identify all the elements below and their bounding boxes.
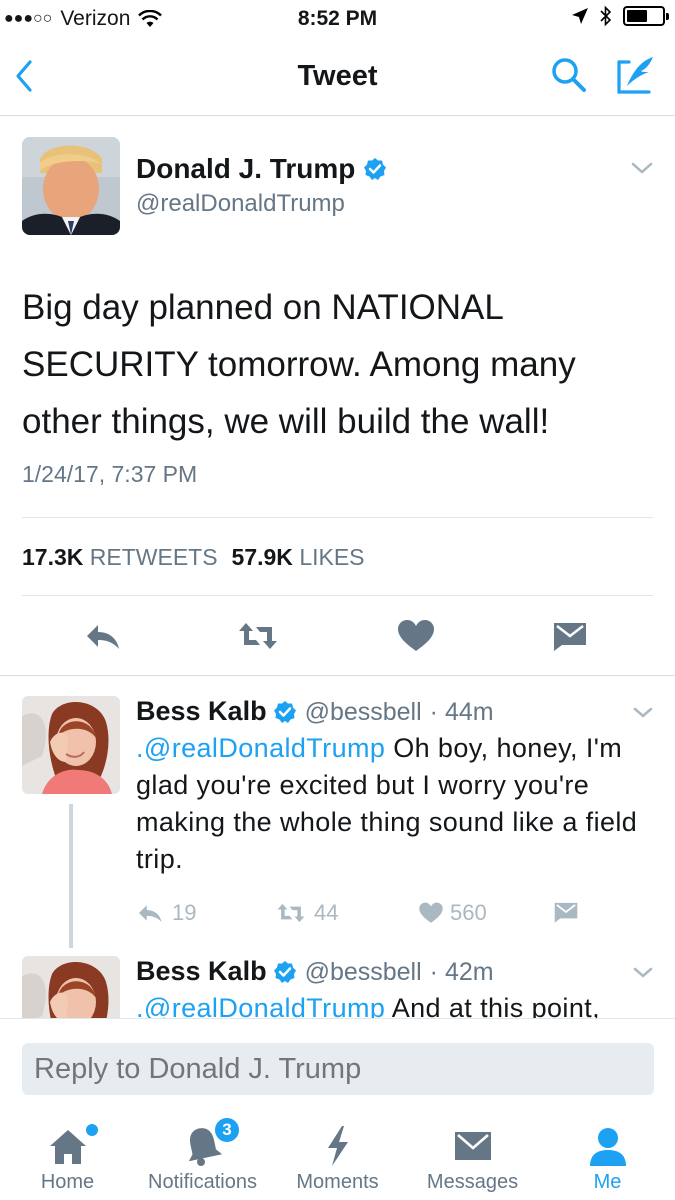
retweets-stat[interactable]: 17.3K RETWEETS xyxy=(22,544,218,571)
reply-time: · 44m xyxy=(429,698,494,726)
reply-tweet[interactable]: Bess Kalb @bessbell · 42m .@realDonaldTr… xyxy=(0,936,675,1018)
tab-label: Messages xyxy=(426,1171,519,1193)
tab-messages[interactable]: Messages xyxy=(405,1106,540,1200)
heart-icon[interactable] xyxy=(396,619,436,653)
likes-stat[interactable]: 57.9K LIKES xyxy=(232,544,365,571)
reply-author-handle[interactable]: @bessbell xyxy=(305,698,422,727)
reply-author-name[interactable]: Bess Kalb xyxy=(136,956,297,987)
avatar-image xyxy=(22,137,120,235)
author-name-text: Donald J. Trump xyxy=(136,153,356,184)
location-arrow-icon xyxy=(572,8,588,24)
avatar-image xyxy=(22,956,120,1018)
avatar[interactable] xyxy=(22,696,120,794)
reply-icon[interactable] xyxy=(84,619,124,653)
reply-time: · 42m xyxy=(429,958,494,986)
reply-author-name-text: Bess Kalb xyxy=(136,696,267,726)
tab-label: Home xyxy=(40,1171,95,1193)
chevron-down-icon[interactable] xyxy=(631,161,653,175)
reply-action[interactable]: 19 xyxy=(136,900,196,926)
new-content-dot xyxy=(86,1124,98,1136)
verified-badge-icon xyxy=(273,960,296,983)
tab-home[interactable]: Home xyxy=(0,1106,135,1200)
dm-action[interactable] xyxy=(552,900,580,924)
avatar[interactable] xyxy=(22,956,120,1018)
tab-bar: Home 3 Notifications Moments Messages Me xyxy=(0,1106,675,1200)
retweet-icon xyxy=(277,903,305,923)
chevron-down-icon[interactable] xyxy=(633,966,653,979)
retweet-count: 44 xyxy=(314,900,339,925)
reply-icon xyxy=(139,905,162,923)
retweets-label: RETWEETS xyxy=(89,544,218,570)
tweet-actions xyxy=(0,595,675,675)
tweet-stats: 17.3K RETWEETS 57.9K LIKES xyxy=(22,544,365,571)
like-count: 560 xyxy=(450,900,487,925)
home-icon xyxy=(49,1130,86,1164)
verified-badge-icon xyxy=(273,700,296,723)
reply-author-name[interactable]: Bess Kalb xyxy=(136,696,297,727)
retweets-count: 17.3K xyxy=(22,544,84,570)
thread-line xyxy=(69,804,73,948)
reply-meta: Bess Kalb @bessbell · 44m xyxy=(136,696,494,727)
battery-level xyxy=(627,10,647,22)
direct-message-icon xyxy=(554,902,578,923)
tab-label: Moments xyxy=(296,1171,379,1193)
verified-badge-icon xyxy=(364,158,387,180)
reply-text: .@realDonaldTrump Oh boy, honey, I'm gla… xyxy=(136,730,646,878)
likes-count: 57.9K xyxy=(231,544,293,570)
avatar-image xyxy=(22,696,120,794)
divider xyxy=(0,675,675,676)
tab-moments[interactable]: Moments xyxy=(270,1106,405,1200)
author-name[interactable]: Donald J. Trump xyxy=(136,153,387,185)
divider xyxy=(22,517,653,518)
likes-label: LIKES xyxy=(299,544,365,570)
reply-author-handle[interactable]: @bessbell xyxy=(305,958,422,987)
status-bar: ●●●○○ Verizon 8:52 PM xyxy=(0,0,675,38)
reply-body: And at this point, xyxy=(385,993,601,1018)
reply-author-name-text: Bess Kalb xyxy=(136,956,267,986)
reply-input[interactable] xyxy=(22,1043,654,1095)
tab-me[interactable]: Me xyxy=(540,1106,675,1200)
like-action[interactable]: 560 xyxy=(418,900,487,926)
status-right xyxy=(571,5,669,27)
tab-label: Notifications xyxy=(148,1171,257,1193)
compose-tweet-icon[interactable] xyxy=(615,54,657,96)
reply-text: .@realDonaldTrump And at this point, xyxy=(136,990,656,1018)
reply-count: 19 xyxy=(172,900,197,925)
tweet-text: Big day planned on NATIONAL SECURITY tom… xyxy=(22,288,576,441)
lightning-icon xyxy=(327,1126,348,1166)
mention-link[interactable]: .@realDonaldTrump xyxy=(136,993,385,1018)
envelope-icon xyxy=(454,1132,491,1160)
notification-count-badge: 3 xyxy=(213,1116,241,1144)
heart-icon xyxy=(419,902,443,923)
avatar[interactable] xyxy=(22,137,120,235)
reply-meta: Bess Kalb @bessbell · 42m xyxy=(136,956,494,987)
tab-label: Me xyxy=(593,1171,622,1193)
chevron-down-icon[interactable] xyxy=(633,706,653,719)
retweet-icon[interactable] xyxy=(236,619,280,653)
retweet-action[interactable]: 44 xyxy=(274,900,338,926)
tweet-timestamp: 1/24/17, 7:37 PM xyxy=(22,461,198,487)
bluetooth-icon xyxy=(600,5,612,27)
reply-composer xyxy=(0,1018,675,1106)
direct-message-icon[interactable] xyxy=(552,619,588,653)
mention-link[interactable]: .@realDonaldTrump xyxy=(136,733,385,763)
author-handle[interactable]: @realDonaldTrump xyxy=(136,190,345,218)
battery-icon xyxy=(623,6,669,26)
person-icon xyxy=(589,1128,626,1166)
reply-actions: 19 44 560 xyxy=(136,900,616,930)
search-icon[interactable] xyxy=(549,55,589,95)
tab-notifications[interactable]: 3 Notifications xyxy=(135,1106,270,1200)
navigation-bar: Tweet xyxy=(0,38,675,116)
